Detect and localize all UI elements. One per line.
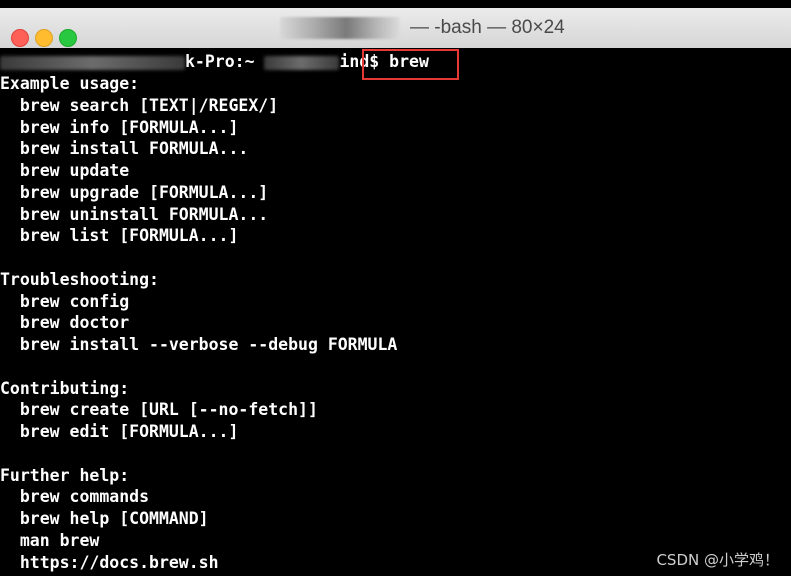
terminal-output-line: brew uninstall FORMULA... — [0, 204, 269, 224]
terminal-output-line: brew list [FORMULA...] — [0, 226, 239, 246]
terminal-output-line: brew create [URL [--no-fetch]] — [0, 400, 318, 420]
terminal-output-line: brew doctor — [0, 313, 130, 333]
minimize-window-button[interactable] — [35, 29, 53, 47]
redacted-title-prefix — [280, 16, 400, 39]
watermark: CSDN @小学鸡！ — [656, 551, 779, 569]
redacted-username — [264, 55, 340, 70]
command-highlight-box — [362, 49, 459, 80]
terminal-output-line: brew install FORMULA... — [0, 139, 249, 159]
terminal-output-line: brew info [FORMULA...] — [0, 117, 239, 137]
terminal-output-line: https://docs.brew.sh — [0, 552, 219, 572]
terminal-output-line: brew install --verbose --debug FORMULA — [0, 335, 398, 354]
terminal-output-line: Troubleshooting: — [0, 269, 159, 289]
window-title: — -bash — 80×24 — [280, 8, 600, 48]
terminal-output-line: Contributing: — [0, 378, 130, 398]
terminal-output-line: Further help: — [0, 465, 130, 485]
terminal-output-line: brew help [COMMAND] — [0, 509, 209, 528]
close-window-button[interactable] — [11, 29, 29, 47]
zoom-window-button[interactable] — [59, 29, 77, 47]
terminal-output-area[interactable]: k-Pro:~ ind$ brew Example usage: brew se… — [0, 48, 791, 576]
terminal-output-line: Example usage: — [0, 74, 140, 93]
terminal-output-line: brew update — [0, 161, 130, 180]
terminal-output-line: man brew — [0, 530, 100, 550]
window-title-text: — -bash — 80×24 — [410, 17, 565, 38]
redacted-hostname — [0, 55, 185, 70]
terminal-output-line: brew commands — [0, 487, 150, 507]
terminal-output-line: brew search [TEXT|/REGEX/] — [0, 95, 279, 115]
terminal-window: — -bash — 80×24 k-Pro:~ ind$ brew Exampl… — [0, 0, 791, 576]
terminal-output-line: brew config — [0, 291, 130, 311]
terminal-output-line: brew edit [FORMULA...] — [0, 422, 239, 441]
terminal-output-line: brew upgrade [FORMULA...] — [0, 182, 269, 202]
prompt-host-suffix: k-Pro:~ — [185, 52, 255, 71]
